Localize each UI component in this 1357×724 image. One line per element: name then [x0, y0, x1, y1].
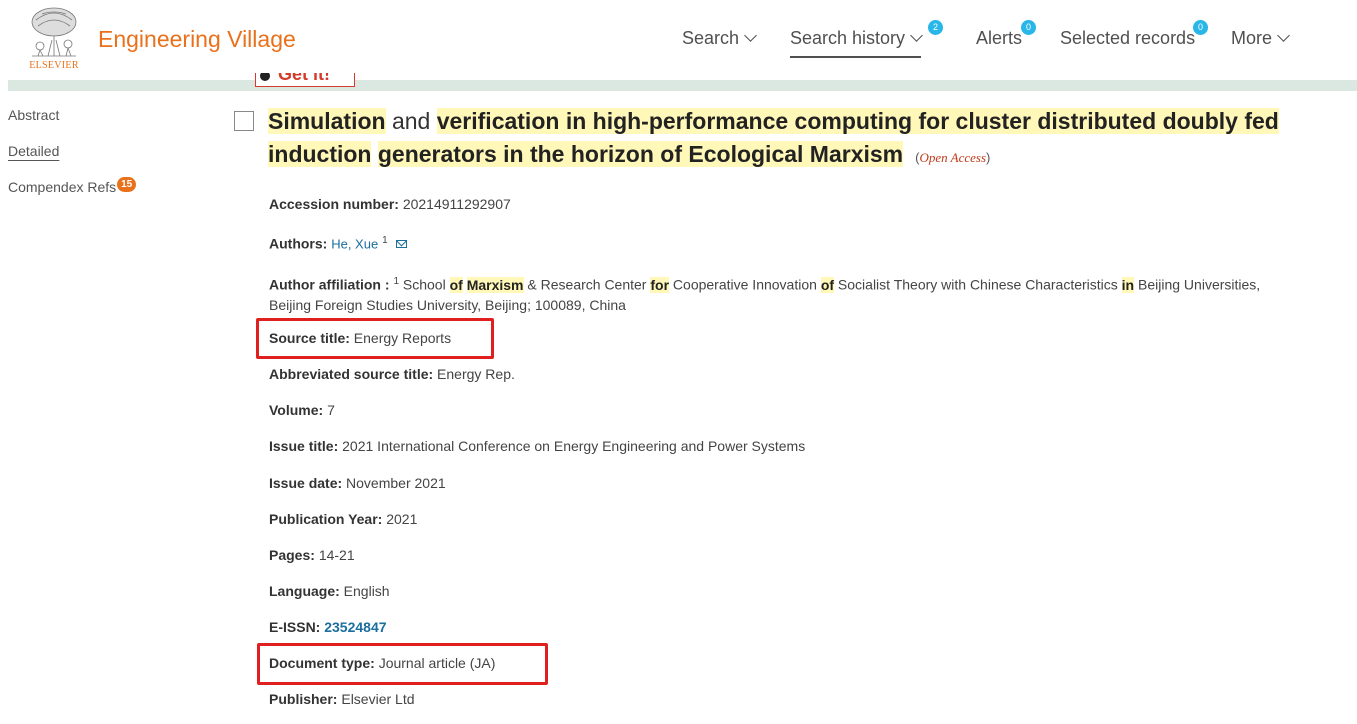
sidebar-item-abstract[interactable]: Abstract	[8, 107, 59, 123]
selected-records-count-badge: 0	[1193, 20, 1208, 35]
chevron-down-icon	[1277, 29, 1290, 42]
eissn-link[interactable]: 23524847	[324, 619, 386, 635]
field-label: E-ISSN:	[269, 619, 321, 635]
affiliation-part: Marxism	[466, 276, 524, 293]
field-value: English	[343, 583, 390, 599]
publisher: Publisher: Elsevier Ltd	[269, 691, 415, 707]
record-title[interactable]: Simulation and verification in high-perf…	[268, 105, 1338, 174]
field-value: 7	[327, 402, 335, 418]
main-nav: Search Search history 2 Alerts 0 Selected …	[0, 20, 1357, 58]
title-part: Simulation	[268, 108, 386, 134]
search-history-count-badge: 2	[928, 20, 943, 35]
affiliation-part: Cooperative Innovation	[672, 276, 817, 293]
title-part: and	[391, 108, 431, 134]
nav-selected-records[interactable]: Selected records 0	[1060, 20, 1208, 58]
email-icon[interactable]	[395, 239, 407, 248]
author-link[interactable]: He, Xue	[331, 237, 378, 252]
author-affiliation-marker: 1	[382, 235, 388, 246]
document-type-annotation-box	[257, 643, 548, 685]
chevron-down-icon	[744, 29, 757, 42]
affiliation-part: & Research Center	[527, 276, 647, 293]
e-issn: E-ISSN: 23524847	[269, 619, 387, 635]
title-part: generators in the horizon of Ecological …	[377, 141, 904, 167]
compendex-refs-label: Compendex Refs	[8, 179, 117, 195]
field-label: Issue date:	[269, 475, 343, 491]
field-label: Authors:	[269, 235, 328, 252]
nav-alerts[interactable]: Alerts 0	[976, 20, 1036, 58]
field-value: 2021	[386, 511, 418, 527]
elsevier-wordmark: ELSEVIER	[29, 60, 79, 71]
sidebar-item-detailed[interactable]: Detailed	[8, 143, 59, 159]
field-value: Elsevier Ltd	[341, 691, 415, 707]
affiliation-part: Beijing Foreign Studies University, Beij…	[269, 296, 626, 313]
field-label: Pages:	[269, 547, 315, 563]
compendex-refs-count-badge: 15	[117, 177, 137, 192]
nav-search[interactable]: Search	[682, 28, 757, 58]
field-value: 20214911292907	[402, 196, 511, 212]
affiliation-part: for	[650, 276, 670, 293]
author-affiliation: Author affiliation : 1 School of Marxism…	[269, 272, 1329, 315]
affiliation-part: in	[1121, 276, 1135, 293]
field-label: Author affiliation :	[269, 276, 390, 293]
field-label: Publisher:	[269, 691, 338, 707]
nav-alerts-label: Alerts	[976, 28, 1023, 48]
field-label: Issue title:	[269, 438, 339, 454]
select-record-checkbox[interactable]	[234, 111, 254, 131]
field-value: Energy Rep.	[437, 366, 515, 382]
abbreviated-source-title: Abbreviated source title: Energy Rep.	[269, 366, 515, 382]
issue-date: Issue date: November 2021	[269, 475, 446, 491]
field-label: Language:	[269, 583, 340, 599]
field-label: Abbreviated source title:	[269, 366, 434, 382]
affiliation-part: School	[402, 276, 446, 293]
open-access-label[interactable]: (Open Access)	[915, 150, 990, 165]
field-label: Volume:	[269, 402, 324, 418]
affiliation-marker: 1	[393, 276, 399, 287]
open-access-text: Open Access	[919, 150, 987, 165]
field-label: Publication Year:	[269, 511, 383, 527]
chevron-down-icon	[910, 29, 923, 42]
alerts-count-badge: 0	[1021, 20, 1036, 35]
field-label: Accession number:	[269, 196, 399, 212]
nav-search-history[interactable]: Search history 2	[790, 20, 943, 58]
source-title-annotation-box	[256, 318, 494, 359]
pages: Pages: 14-21	[269, 547, 355, 563]
field-value: 2021 International Conference on Energy …	[342, 438, 806, 454]
affiliation-part: of	[449, 276, 463, 293]
affiliation-part: of	[820, 276, 835, 293]
affiliation-part: Beijing Universities,	[1138, 276, 1261, 293]
affiliation-part: Socialist Theory with Chinese Characteri…	[837, 276, 1118, 293]
get-it-label: Get it!	[278, 73, 330, 84]
top-header: ELSEVIER Engineering Village Search Sear…	[0, 0, 1357, 80]
nav-search-history-label: Search history	[790, 28, 906, 48]
get-it-icon	[260, 73, 270, 81]
nav-more-label: More	[1231, 28, 1273, 48]
language: Language: English	[269, 583, 390, 599]
nav-search-label: Search	[682, 28, 740, 48]
publication-year: Publication Year: 2021	[269, 511, 417, 527]
authors: Authors: He, Xue 1	[269, 235, 407, 252]
accession-number: Accession number: 20214911292907	[269, 196, 511, 212]
issue-title: Issue title: 2021 International Conferen…	[269, 438, 805, 454]
toolbar-band	[8, 80, 1357, 91]
sidebar-item-compendex-refs[interactable]: Compendex Refs 15	[8, 177, 137, 197]
field-value: November 2021	[346, 475, 446, 491]
volume: Volume: 7	[269, 402, 335, 418]
field-value: 14-21	[318, 547, 355, 563]
get-it-button[interactable]: Get it!	[255, 73, 355, 87]
nav-more[interactable]: More	[1231, 28, 1290, 58]
nav-selected-records-label: Selected records	[1060, 28, 1196, 48]
